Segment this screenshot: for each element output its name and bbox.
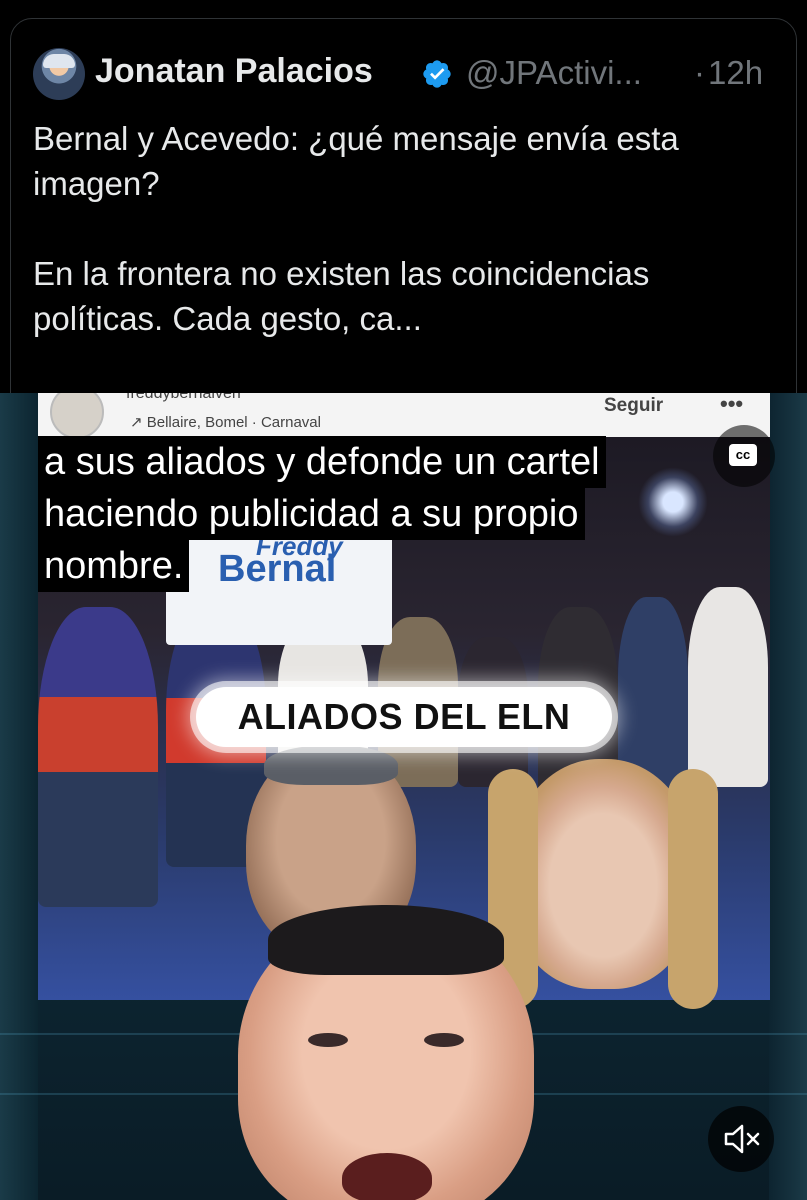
woman-face <box>488 759 718 1009</box>
stage-light <box>638 467 708 537</box>
caption-line: nombre. <box>38 540 190 592</box>
embedded-follow-label: Seguir <box>604 395 664 416</box>
narrator-eye <box>308 1033 348 1047</box>
closed-captions-button[interactable]: cc <box>713 425 775 487</box>
author-handle[interactable]: @JPActivi... <box>466 54 642 92</box>
embedded-location: ↗ Bellaire, Bomel · Carnaval <box>130 414 321 431</box>
caption-line: haciendo publicidad a su propio <box>38 488 585 540</box>
separator-dot: · <box>694 54 705 91</box>
crowd-person <box>688 587 768 787</box>
author-name[interactable]: Jonatan Palacios <box>95 52 373 91</box>
embedded-post-header: freddybernalven ↗ Bellaire, Bomel · Carn… <box>38 393 770 439</box>
man-hair <box>264 745 398 785</box>
post-text-paragraph: Bernal y Acevedo: ¿qué mensaje envía est… <box>33 120 679 202</box>
post-text[interactable]: Bernal y Acevedo: ¿qué mensaje envía est… <box>33 116 773 341</box>
avatar-cap <box>43 54 75 68</box>
video-caption: a sus aliados y defonde un cartel hacien… <box>38 436 606 592</box>
video-background-right <box>769 393 807 1200</box>
mute-button[interactable] <box>708 1106 774 1172</box>
volume-muted-icon <box>724 1124 760 1154</box>
caption-line: a sus aliados y defonde un cartel <box>38 436 606 488</box>
embedded-username: freddybernalven <box>126 393 241 402</box>
woman-hair <box>668 769 718 1009</box>
embedded-avatar <box>50 393 104 439</box>
avatar[interactable] <box>33 48 85 100</box>
narrator-eye <box>424 1033 464 1047</box>
embedded-more-icon: ••• <box>720 393 744 416</box>
overlay-label: ALIADOS DEL ELN <box>196 687 612 747</box>
closed-captions-icon: cc <box>729 444 757 466</box>
crowd-person <box>38 607 158 907</box>
video-background-left <box>0 393 38 1200</box>
narrator-mouth <box>342 1153 432 1200</box>
narrator-face <box>238 905 534 1200</box>
post-timestamp[interactable]: 12h <box>708 54 763 92</box>
post-card[interactable]: Jonatan Palacios @JPActivi... · 12h Bern… <box>0 0 807 1200</box>
verified-badge-icon <box>423 60 451 88</box>
video-player[interactable]: freddybernalven ↗ Bellaire, Bomel · Carn… <box>0 393 807 1200</box>
post-text-paragraph: En la frontera no existen las coincidenc… <box>33 255 650 337</box>
narrator-hair <box>268 905 504 975</box>
